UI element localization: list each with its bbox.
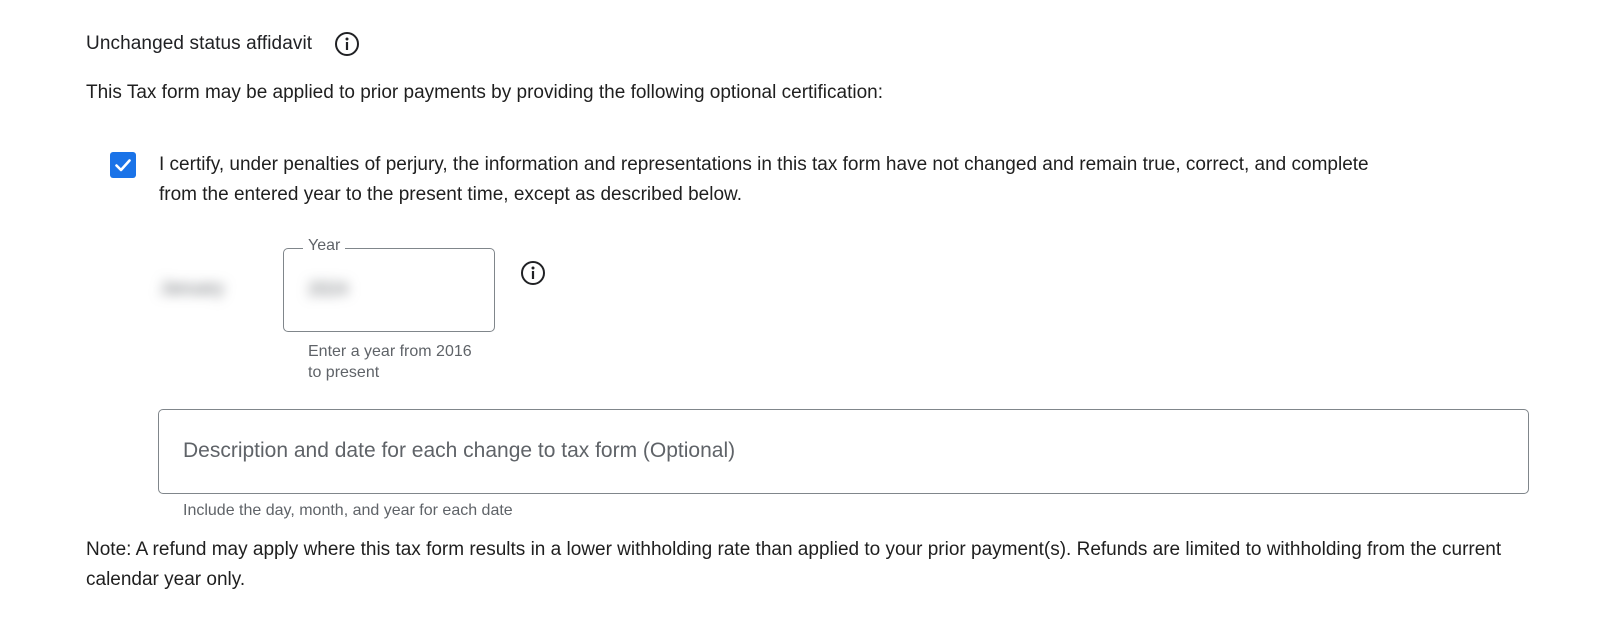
year-value: 2024 bbox=[308, 279, 349, 299]
refund-note: Note: A refund may apply where this tax … bbox=[86, 539, 1502, 590]
certify-checkbox[interactable] bbox=[110, 152, 136, 178]
year-label: Year bbox=[303, 237, 346, 255]
info-icon[interactable] bbox=[334, 31, 360, 57]
year-input[interactable]: Year 2024 bbox=[283, 237, 495, 332]
section-title: Unchanged status affidavit bbox=[86, 33, 313, 54]
intro-text: This Tax form may be applied to prior pa… bbox=[86, 82, 883, 103]
check-icon bbox=[115, 159, 131, 172]
description-input[interactable]: Description and date for each change to … bbox=[158, 409, 1529, 494]
description-hint: Include the day, month, and year for eac… bbox=[183, 502, 513, 519]
year-hint: Enter a year from 2016 to present bbox=[308, 343, 472, 381]
year-info-icon[interactable] bbox=[520, 260, 546, 286]
certification-text: I certify, under penalties of perjury, t… bbox=[159, 154, 1369, 205]
description-placeholder: Description and date for each change to … bbox=[183, 439, 736, 462]
month-select[interactable]: January bbox=[160, 278, 270, 300]
section-header: Unchanged status affidavit bbox=[86, 31, 360, 57]
unchanged-status-affidavit-section: Unchanged status affidavit This Tax form… bbox=[0, 0, 1600, 633]
